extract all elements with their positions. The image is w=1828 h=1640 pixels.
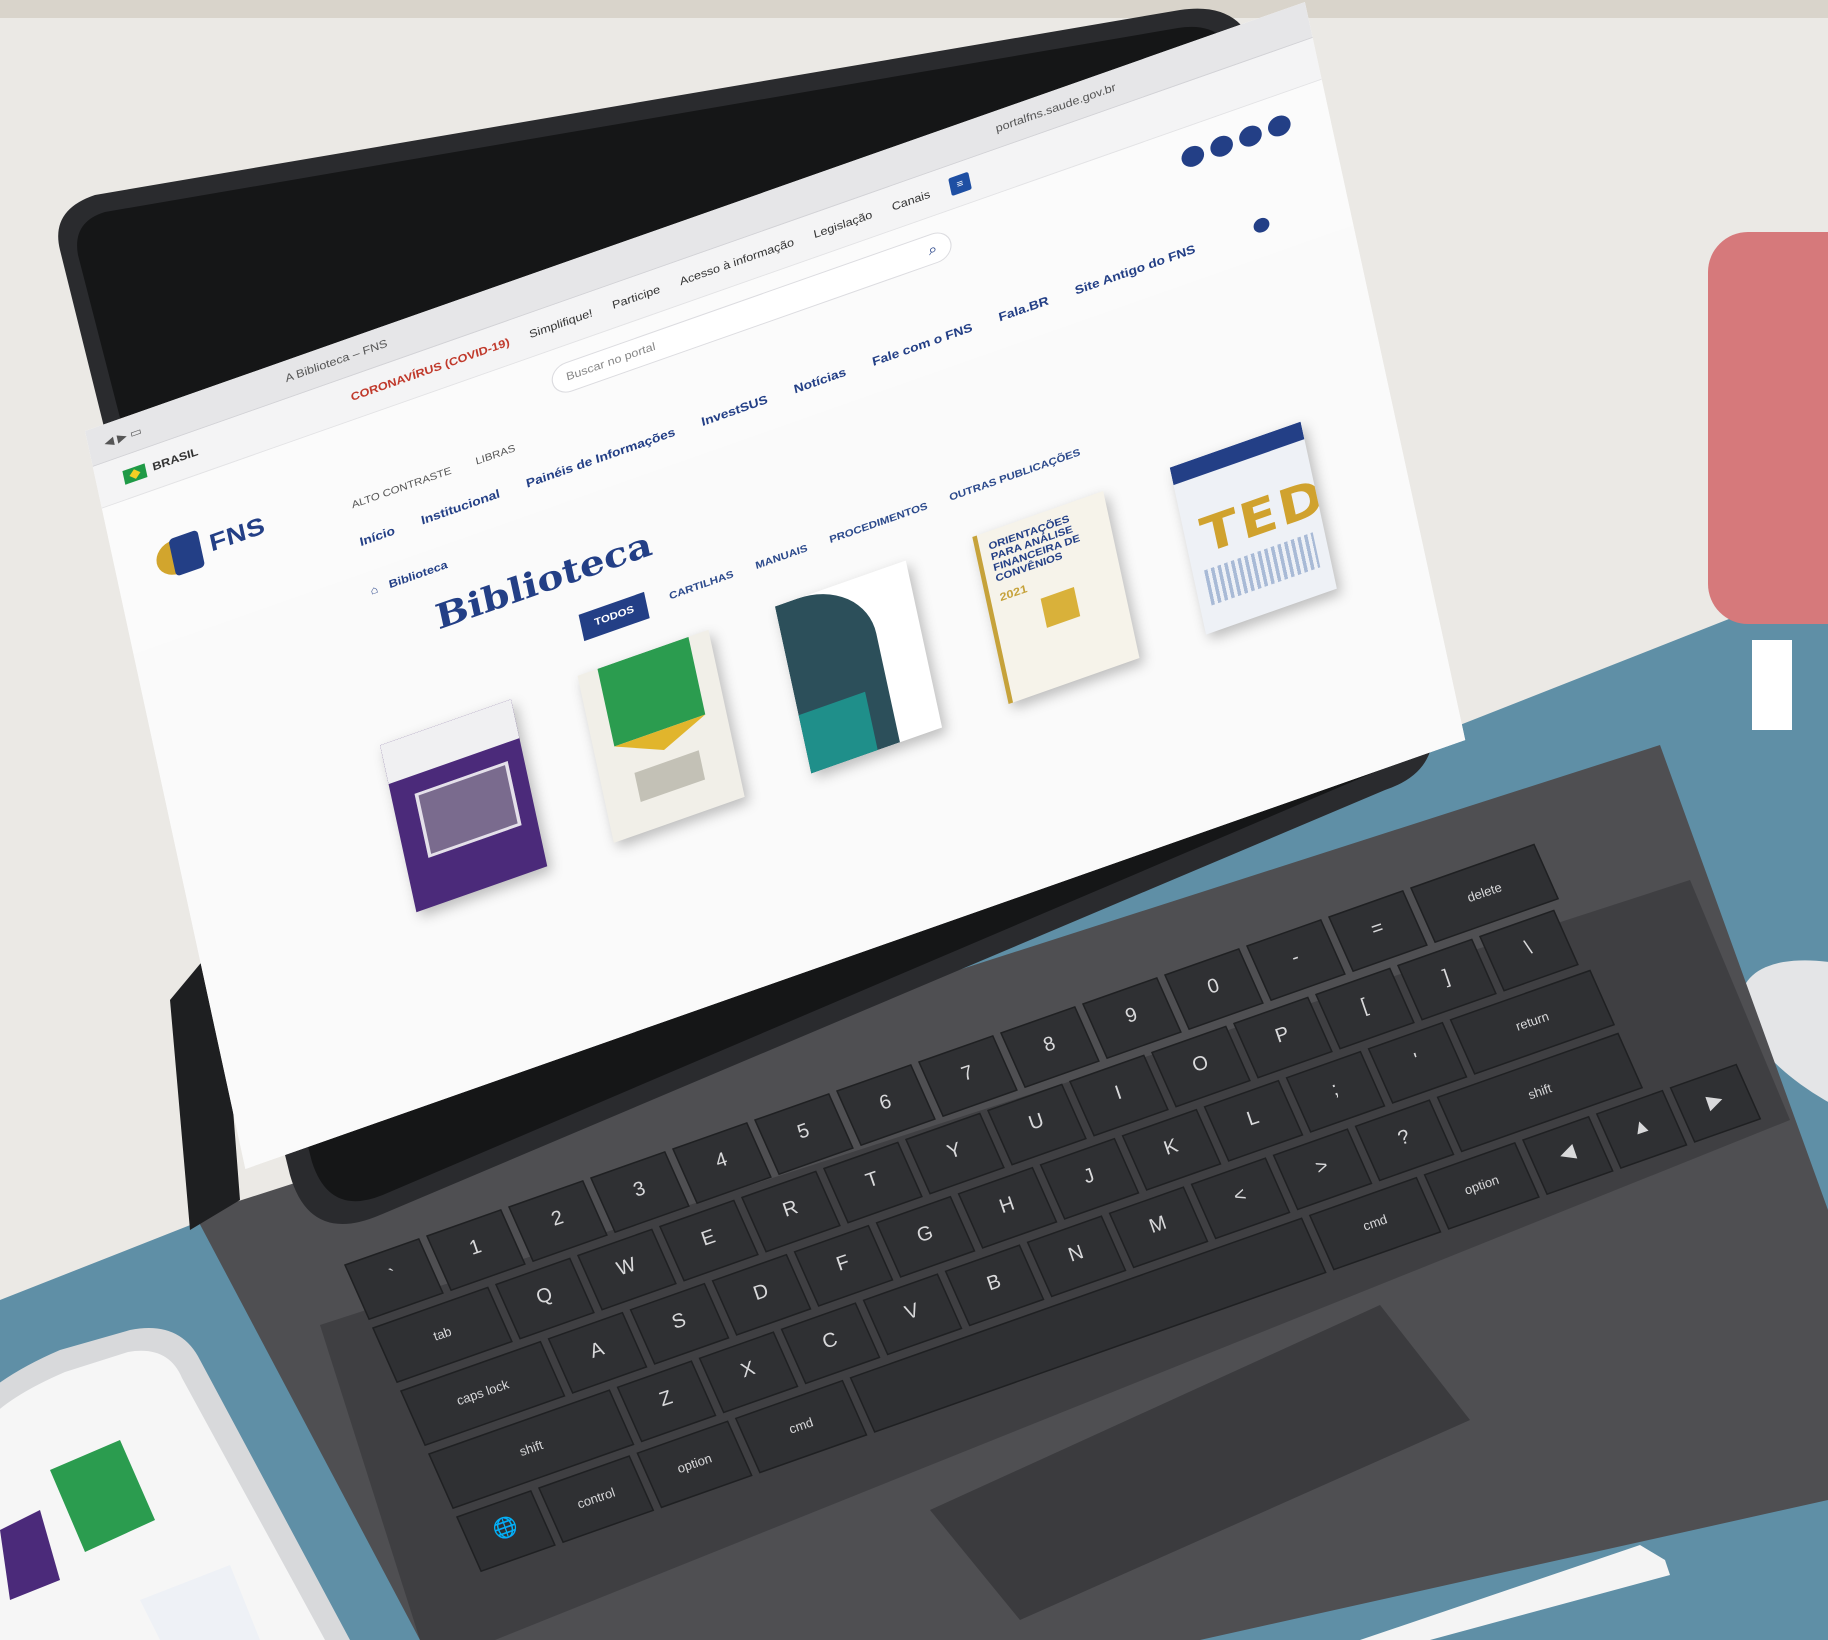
gov-link-simplifique[interactable]: Simplifique! [528, 307, 594, 341]
filter-todos[interactable]: TODOS [578, 591, 651, 642]
nav-search-icon[interactable] [1252, 215, 1271, 235]
brazil-flag-icon [122, 463, 148, 485]
nav-inicio[interactable]: Início [358, 523, 396, 549]
twitter-icon[interactable] [1208, 132, 1235, 160]
nav-investsus[interactable]: InvestSUS [700, 392, 769, 429]
book-purple[interactable] [380, 699, 548, 913]
instagram-icon[interactable] [1237, 122, 1264, 150]
filter-outras[interactable]: OUTRAS PUBLICAÇÕES [948, 447, 1081, 504]
facebook-icon[interactable] [1179, 142, 1207, 170]
book-teal[interactable] [774, 560, 943, 774]
filter-procedimentos[interactable]: PROCEDIMENTOS [829, 501, 929, 546]
book-green-flag[interactable] [577, 629, 745, 843]
fns-logo[interactable]: FNS [153, 509, 268, 581]
gov-link-legislacao[interactable]: Legislação [813, 209, 874, 241]
youtube-icon[interactable] [1266, 112, 1293, 140]
nav-institucional[interactable]: Institucional [420, 486, 501, 527]
high-contrast-link[interactable]: ALTO CONTRASTE [351, 466, 453, 512]
breadcrumb-current: Biblioteca [387, 559, 449, 592]
gov-link-canais[interactable]: Canais [891, 189, 932, 214]
cross-emblem-icon [1040, 587, 1081, 628]
search-icon[interactable]: ⌕ [926, 239, 938, 259]
nav-fala-br[interactable]: Fala.BR [997, 293, 1050, 324]
nav-noticias[interactable]: Notícias [793, 365, 848, 397]
window-controls-icon[interactable]: ◀ ▶ ▭ [103, 424, 143, 450]
pink-badge [1708, 232, 1828, 624]
home-icon[interactable]: ⌂ [369, 583, 379, 597]
book-ted[interactable]: TED [1169, 421, 1337, 635]
filter-manuais[interactable]: MANUAIS [755, 543, 809, 572]
book-orientacoes[interactable]: ORIENTAÇÕES PARA ANÁLISE FINANCEIRA DE C… [972, 491, 1140, 705]
filter-cartilhas[interactable]: CARTILHAS [668, 569, 734, 602]
search-placeholder: Buscar no portal [565, 340, 657, 384]
fns-logo-icon [153, 533, 199, 581]
gov-menu-icon[interactable]: ≡ [948, 171, 972, 197]
gov-link-participe[interactable]: Participe [611, 284, 661, 312]
logo-text: FNS [207, 511, 268, 558]
nav-fale-com[interactable]: Fale com o FNS [871, 320, 974, 369]
libras-link[interactable]: LIBRAS [475, 443, 517, 468]
